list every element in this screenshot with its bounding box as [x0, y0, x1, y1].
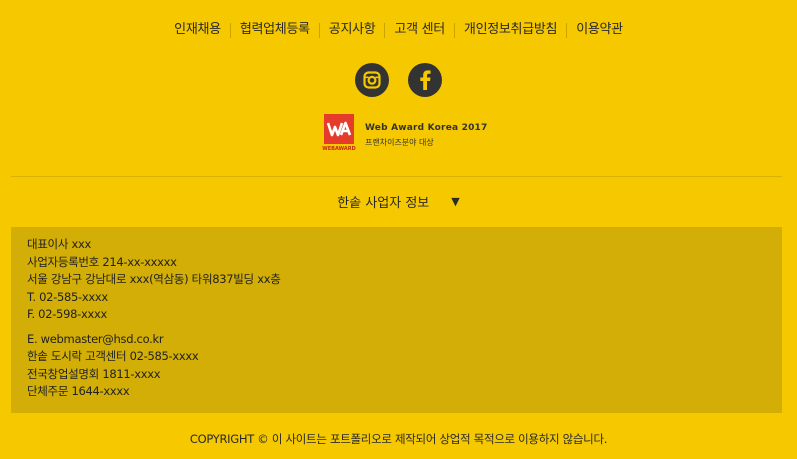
nav-link-customer-center[interactable]: 고객 센터: [385, 21, 453, 39]
sns-links: [0, 63, 797, 97]
web-award-badge: WEBAWARD Web Award Korea 2017 프랜차이즈분야 대상: [321, 114, 487, 152]
award-text: Web Award Korea 2017 프랜차이즈분야 대상: [365, 123, 487, 148]
award-logo-mark: [324, 114, 354, 144]
nav-link-terms[interactable]: 이용약관: [567, 21, 632, 39]
triangle-down-icon: ▼: [451, 195, 460, 208]
nav-link-privacy-policy[interactable]: 개인정보취급방침: [455, 21, 566, 39]
footer-nav: 인재채용 협력업체등록 공지사항 고객 센터 개인정보취급방침 이용약관: [0, 21, 797, 39]
instagram-button[interactable]: [355, 63, 389, 97]
info-line-fax: F. 02-598-xxxx: [27, 307, 107, 321]
business-info-panel: 대표이사 xxx 사업자등록번호 214-xx-xxxxx 서울 강남구 강남대…: [11, 227, 782, 413]
business-info-group-contact: E. webmaster@hsd.co.kr 한솥 도시락 고객센터 02-58…: [27, 331, 782, 401]
facebook-icon: [420, 70, 431, 90]
business-info-toggle[interactable]: 한솥 사업자 정보 ▼: [0, 192, 797, 211]
info-line-customer-center: 한솥 도시락 고객센터 02-585-xxxx: [27, 349, 199, 363]
info-line-email: E. webmaster@hsd.co.kr: [27, 331, 164, 346]
facebook-button[interactable]: [408, 63, 442, 97]
nav-link-recruit[interactable]: 인재채용: [165, 21, 230, 39]
info-line-business-number: 사업자등록번호 214-xx-xxxxx: [27, 254, 177, 269]
award-logo-text: WEBAWARD: [322, 146, 356, 152]
info-line-phone: T. 02-585-xxxx: [27, 289, 108, 304]
nav-link-notice[interactable]: 공지사항: [320, 21, 385, 39]
info-line-address: 서울 강남구 강남대로 xxx(역삼동) 타워837빌딩 xx층: [27, 272, 281, 286]
award-logo: WEBAWARD: [321, 114, 357, 152]
info-line-group-order: 단체주문 1644-xxxx: [27, 384, 130, 398]
business-info-toggle-label: 한솥 사업자 정보: [337, 196, 430, 211]
info-line-ceo: 대표이사 xxx: [27, 237, 91, 251]
business-info-group-company: 대표이사 xxx 사업자등록번호 214-xx-xxxxx 서울 강남구 강남대…: [27, 236, 782, 324]
footer-divider: [11, 176, 782, 177]
instagram-icon: [363, 71, 381, 89]
award-subtitle: 프랜차이즈분야 대상: [365, 138, 434, 147]
copyright-text: COPYRIGHT © 이 사이트는 포트폴리오로 제작되어 상업적 목적으로 …: [189, 432, 608, 446]
award-title: Web Award Korea 2017: [365, 123, 488, 133]
nav-link-partner-registration[interactable]: 협력업체등록: [231, 21, 319, 39]
info-line-franchise-seminar: 전국창업설명회 1811-xxxx: [27, 366, 161, 381]
